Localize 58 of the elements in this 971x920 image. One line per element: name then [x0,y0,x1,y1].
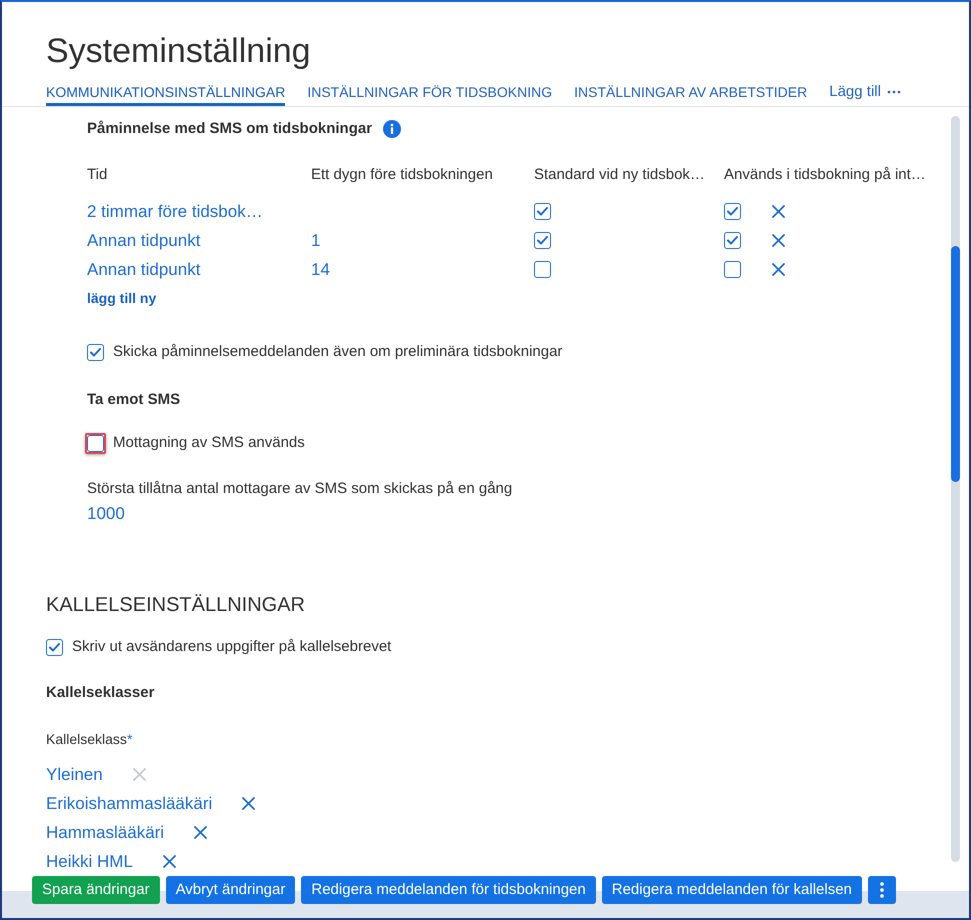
checkbox[interactable] [46,638,63,656]
checkbox[interactable] [534,203,551,220]
checkbox[interactable] [534,261,551,278]
more-options-button[interactable] [868,876,896,904]
more-vertical-icon [880,882,884,898]
field-label: Största tillåtna antal mottagare av SMS som skickas på en gång [87,479,512,499]
checkbox[interactable] [724,261,741,278]
x-icon[interactable] [772,263,785,276]
checkbox[interactable] [724,203,741,220]
action-button[interactable]: Redigera meddelanden för kallelsen [602,876,862,904]
tab[interactable]: KOMMUNIKATIONSINSTÄLLNINGAR [46,82,286,106]
section-heading: Påminnelse med SMS om tidsbokningar [87,119,372,139]
table-cell-text: 14 [311,258,330,280]
list-item: Erikoishammaslääkäri [46,792,212,814]
list-item: Yleinen [46,764,103,786]
tab[interactable]: INSTÄLLNINGAR AV ARBETSTIDER [574,82,808,106]
list-item: Heikki HML [46,850,133,872]
checkmark-icon [727,236,738,245]
section-heading: Ta emot SMS [87,390,180,410]
column-header: Ett dygn före tidsbokningen [311,165,494,185]
field-label: Kallelseklass* [46,730,132,749]
scrollbar-thumb[interactable] [951,246,960,482]
checkbox-label: Skicka påminnelsemeddelanden även om preliminära tidsbokningar [113,342,562,362]
tab[interactable]: INSTÄLLNINGAR FÖR TIDSBOKNING [307,82,552,106]
column-header: Tid [87,165,108,185]
x-icon[interactable] [242,797,256,810]
checkbox[interactable] [534,232,551,249]
action-button[interactable]: Redigera meddelanden för tidsbokningen [301,876,596,904]
x-icon[interactable] [162,855,176,868]
checkbox[interactable] [724,232,741,249]
action-button[interactable]: Avbryt ändringar [166,876,296,904]
more-icon [886,90,901,94]
list-item: Hammaslääkäri [46,822,164,844]
action-button[interactable]: Spara ändringar [32,876,160,904]
table-cell-text: 1 [311,230,320,252]
x-icon[interactable] [194,826,208,839]
more-tab[interactable]: Lägg till [829,82,901,106]
checkbox[interactable] [87,344,104,360]
section-heading: KALLELSEINSTÄLLNINGAR [46,593,305,618]
checkbox-label: Skriv ut avsändarens uppgifter på kallelsebrevet [72,637,392,657]
column-header: Används i tidsbokning på int… [724,165,927,185]
checkmark-icon [727,207,738,216]
checkmark-icon [537,207,548,216]
column-header: Standard vid ny tidsbok… [534,165,706,185]
x-icon[interactable] [772,234,785,247]
checkmark-icon [537,236,548,245]
time-link[interactable]: Annan tidpunkt [87,228,200,252]
value-link[interactable]: 1000 [87,502,125,526]
add-link[interactable]: lägg till ny [87,288,156,308]
info-icon[interactable] [383,120,402,138]
checkmark-icon [49,642,60,652]
checkmark-icon [90,348,101,356]
time-link[interactable]: 2 timmar före tidsbok… [87,200,263,224]
time-link[interactable]: Annan tidpunkt [87,258,200,282]
checkbox-label: Mottagning av SMS används [113,433,305,453]
page-title: Systeminställning [45,31,312,71]
section-heading: Kallelseklasser [46,683,154,703]
x-icon[interactable] [772,205,785,218]
